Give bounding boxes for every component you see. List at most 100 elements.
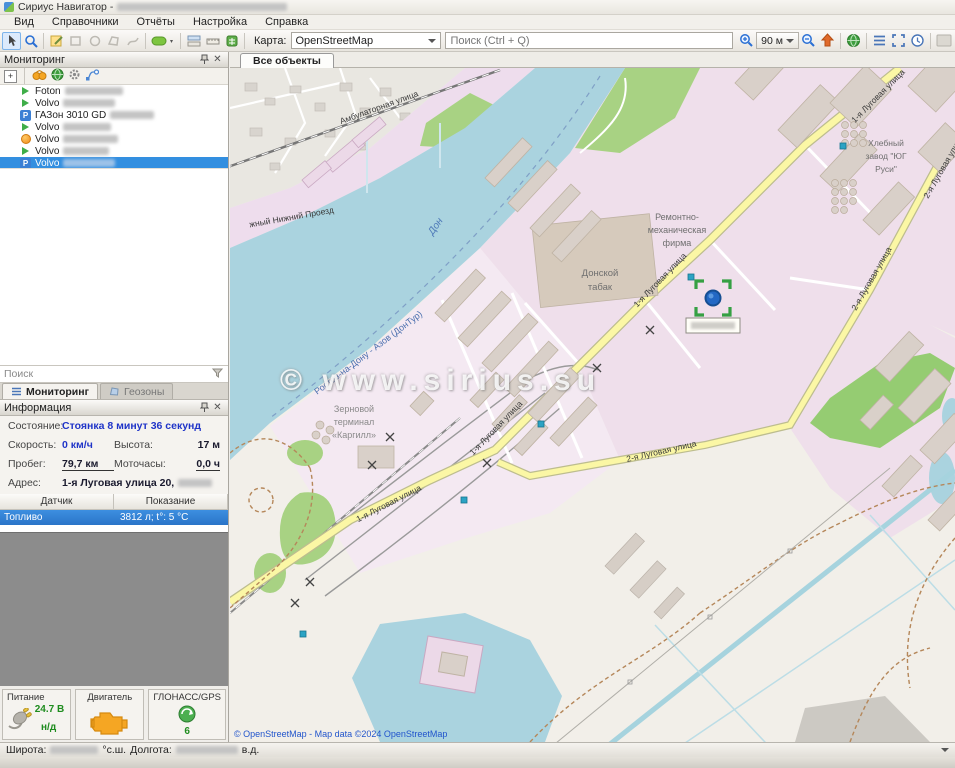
pin-icon[interactable] — [198, 54, 211, 66]
mileage-value[interactable]: 79,7 км — [62, 458, 114, 471]
tree-item-1[interactable]: Volvo — [0, 97, 228, 109]
map-provider-label: Карта: — [254, 35, 287, 47]
window-title: Сириус Навигатор - — [18, 1, 113, 13]
statusbar-dropdown-icon[interactable] — [941, 748, 949, 752]
address-label: Адрес: — [8, 477, 62, 489]
state-value: Стоянка 8 минут 36 секунд — [62, 420, 201, 432]
sensor-table: Датчик Показание Топливо 3812 л; t°: 5 °… — [0, 494, 228, 532]
status-bar: Широта: °с.ш. Долгота: в.д. — [0, 742, 955, 757]
pin-icon[interactable] — [198, 402, 211, 414]
expand-all-button[interactable]: + — [4, 70, 17, 83]
ruler-icon[interactable] — [203, 32, 222, 50]
gauges-row: Питание 24.7 В н/д Двигатель ГЛОНАСС/GPS… — [0, 686, 228, 743]
power-gauge: Питание 24.7 В н/д — [2, 689, 71, 740]
map-viewport[interactable]: Амбулаторная улица жный Нижний Проезд До… — [230, 68, 955, 742]
redacted-plate — [65, 87, 123, 95]
globe-icon[interactable] — [844, 32, 863, 50]
filter-icon[interactable] — [211, 367, 224, 382]
close-icon[interactable]: ✕ — [211, 54, 224, 66]
global-search-input[interactable] — [446, 33, 733, 48]
menu-otchety[interactable]: Отчёты — [129, 16, 183, 28]
zoom-scale-select[interactable]: 90 м — [756, 32, 799, 49]
panels-layout-icon[interactable] — [184, 32, 203, 50]
latitude-suffix: °с.ш. — [102, 744, 126, 756]
state-label: Состояние: — [8, 420, 62, 432]
geozone-rect-icon — [66, 32, 85, 50]
tree-item-4[interactable]: Volvo — [0, 133, 228, 145]
tree-item-3[interactable]: Volvo — [0, 121, 228, 133]
vehicle-name: Volvo — [35, 158, 59, 169]
sensor-col-header: Датчик — [0, 494, 114, 509]
pan-tool-icon[interactable] — [2, 32, 21, 50]
database-icon[interactable] — [222, 32, 241, 50]
info-body: Состояние: Стоянка 8 минут 36 секунд Ско… — [0, 416, 228, 494]
altitude-value: 17 м — [198, 439, 220, 451]
idle-icon — [20, 134, 31, 145]
zoom-tool-icon[interactable] — [21, 32, 40, 50]
geozone-circle-icon — [85, 32, 104, 50]
tree-item-6-selected[interactable]: P Volvo — [0, 157, 228, 169]
show-on-map-globe-icon[interactable] — [51, 68, 64, 84]
history-clock-icon[interactable] — [908, 32, 927, 50]
power-label: Питание — [7, 692, 45, 703]
gps-gauge: ГЛОНАСС/GPS 6 — [148, 689, 226, 740]
tree-item-0[interactable]: Foton — [0, 85, 228, 97]
engine-label: Двигатель — [80, 692, 139, 703]
map-provider-select[interactable]: OpenStreetMap — [291, 32, 441, 49]
track-route-icon[interactable] — [85, 69, 99, 84]
map-tab-label: Все объекты — [253, 55, 321, 67]
tab-geozones-label: Геозоны — [124, 386, 164, 398]
map-canvas[interactable]: Амбулаторная улица жный Нижний Проезд До… — [230, 68, 955, 742]
info-panel-title: Информация — [4, 402, 71, 414]
zoom-in-icon[interactable] — [737, 32, 756, 50]
sensor-name: Топливо — [0, 510, 112, 525]
zoom-out-icon[interactable] — [799, 32, 818, 50]
vehicle-name: Volvo — [35, 98, 59, 109]
gear-icon[interactable] — [68, 68, 81, 84]
tree-item-2[interactable]: P ГАЗон 3010 GD — [0, 109, 228, 121]
svg-text:Руси": Руси" — [875, 164, 897, 174]
power-voltage-value: 24.7 В — [35, 704, 64, 715]
glonass-globe-icon — [153, 705, 221, 726]
map-tab-all-objects[interactable]: Все объекты — [240, 53, 334, 68]
tab-geozones[interactable]: Геозоны — [100, 383, 173, 399]
chevron-down-icon — [786, 39, 794, 43]
menu-spravochniki[interactable]: Справочники — [44, 16, 127, 28]
edit-geozone-icon[interactable] — [47, 32, 66, 50]
sensor-row-fuel[interactable]: Топливо 3812 л; t°: 5 °C — [0, 510, 228, 525]
close-icon[interactable]: ✕ — [211, 402, 224, 414]
menu-vid[interactable]: Вид — [6, 16, 42, 28]
tree-item-5[interactable]: Volvo — [0, 145, 228, 157]
tab-monitoring[interactable]: Мониторинг — [2, 383, 98, 399]
engine-hours-value[interactable]: 0,0 ч — [196, 458, 220, 471]
mileage-label: Пробег: — [8, 458, 62, 470]
menu-nastroyka[interactable]: Настройка — [185, 16, 255, 28]
small-parcel — [420, 636, 483, 693]
binoculars-icon[interactable] — [32, 69, 47, 84]
svg-text:табак: табак — [588, 282, 613, 293]
gps-satellites-value: 6 — [153, 726, 221, 737]
moving-icon — [20, 146, 31, 157]
sensor-table-empty-area — [0, 532, 228, 686]
svg-text:завод "ЮГ: завод "ЮГ — [865, 151, 907, 161]
gps-label: ГЛОНАСС/GPS — [153, 692, 221, 703]
tree-search[interactable]: Поиск — [0, 365, 228, 383]
home-view-icon[interactable] — [818, 32, 837, 50]
moving-icon — [20, 122, 31, 133]
menu-spravka[interactable]: Справка — [257, 16, 316, 28]
longitude-suffix: в.д. — [242, 744, 260, 756]
fullscreen-icon[interactable] — [889, 32, 908, 50]
redacted-plate — [110, 111, 154, 119]
list-icon[interactable] — [870, 32, 889, 50]
track-color-button[interactable] — [149, 32, 177, 50]
vehicle-name: Volvo — [35, 146, 59, 157]
engine-gauge: Двигатель — [75, 689, 144, 740]
map-tab-bar: Все объекты — [230, 52, 955, 68]
zoom-scale-value: 90 м — [761, 35, 783, 47]
sensor-value: 3812 л; t°: 5 °C — [112, 510, 228, 525]
svg-text:Зерновой: Зерновой — [334, 404, 374, 414]
vehicle-tree: Foton Volvo P ГАЗон 3010 GD Volvo Volvo — [0, 85, 228, 169]
vehicle-name: ГАЗон 3010 GD — [35, 110, 106, 121]
titlebar: Сириус Навигатор - — [0, 0, 955, 15]
parked-icon: P — [20, 110, 31, 121]
